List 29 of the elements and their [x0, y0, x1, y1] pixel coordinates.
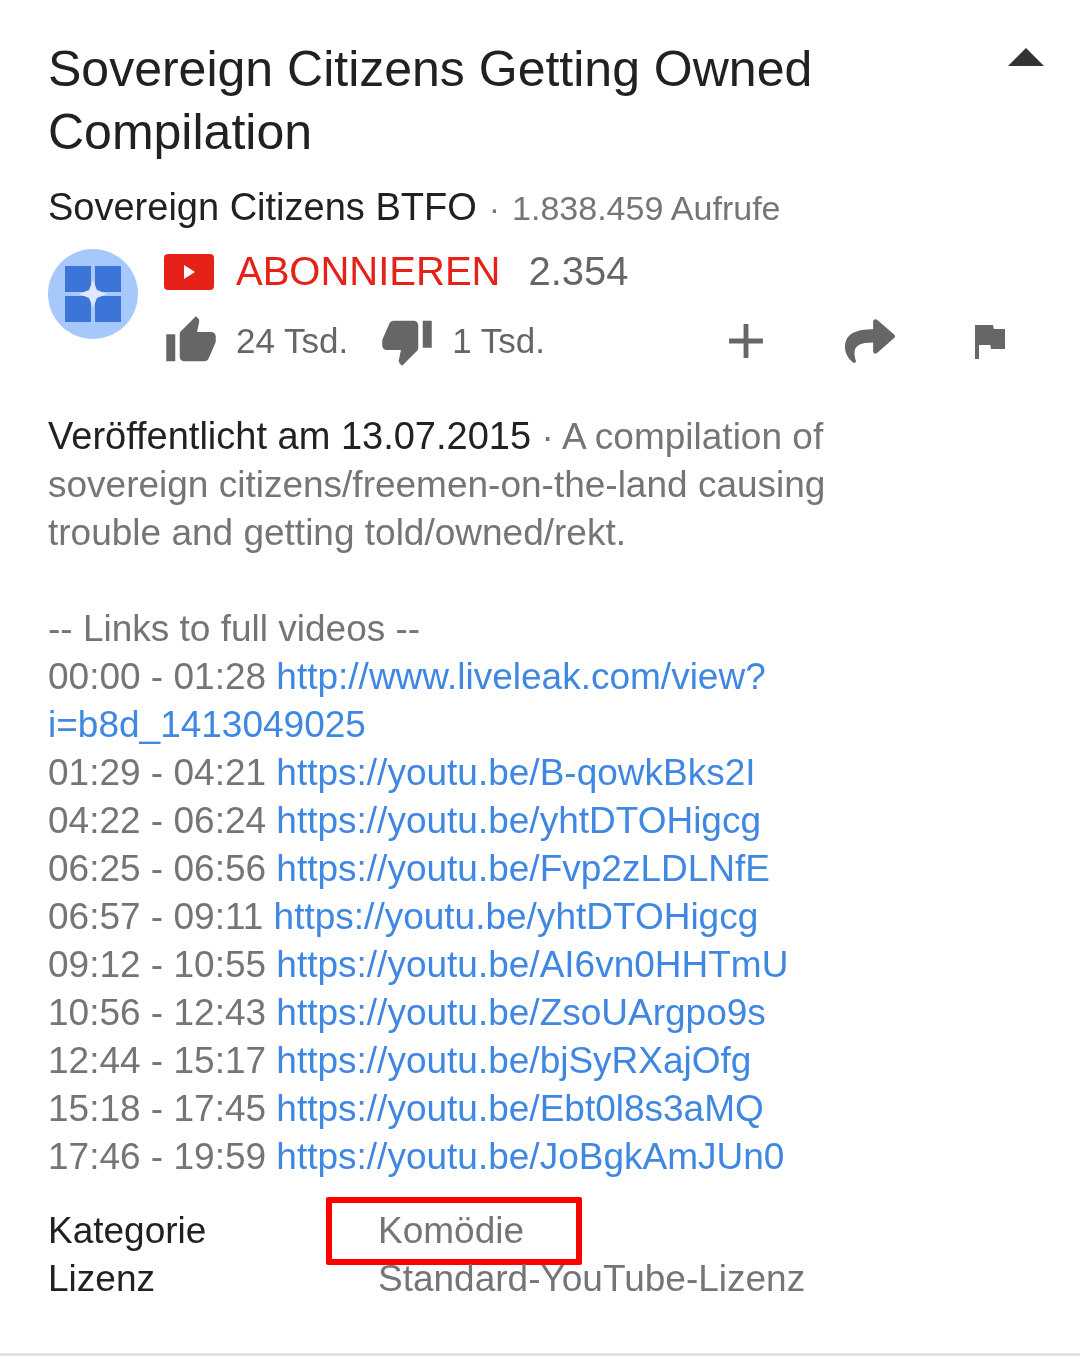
timestamped-link[interactable]: 17:46 - 19:59 https://youtu.be/JoBgkAmJUn0 — [48, 1133, 948, 1181]
video-title: Sovereign Citizens Getting Owned Compilation — [48, 40, 814, 162]
description-text: Veröffentlicht am 13.07.2015 · A compilation of sovereign citizens/freemen-on-the-land causing trouble and getting told/owned/rekt. — [48, 414, 827, 555]
meta-value: Standard-YouTube-Lizenz — [378, 1258, 806, 1299]
meta-label: Lizenz — [48, 1257, 156, 1301]
meta-label: Kategorie — [48, 1209, 208, 1253]
timestamped-link[interactable]: 06:57 - 09:11 https://youtu.be/yhtDTOHigcg — [48, 893, 948, 941]
channel-name[interactable]: Sovereign Citizens BTFO — [48, 186, 477, 229]
share-icon — [844, 316, 895, 366]
play-logo-icon — [164, 253, 214, 290]
timestamped-link[interactable]: 10:56 - 12:43 https://youtu.be/ZsoUArgpo9s — [48, 989, 948, 1037]
grid-logo-icon — [65, 266, 121, 322]
timestamped-link[interactable]: 09:12 - 10:55 https://youtu.be/AI6vn0HHTmU — [48, 941, 948, 989]
links-heading: -- Links to full videos -- — [48, 607, 422, 651]
separator-dot: · — [488, 189, 501, 228]
view-count: 1.838.459 Aufrufe — [512, 189, 781, 228]
timestamped-link[interactable]: 15:18 - 17:45 https://youtu.be/Ebt0l8s3aMQ — [48, 1085, 948, 1133]
meta-value: Komödie — [378, 1210, 525, 1251]
timestamped-link[interactable]: 01:29 - 04:21 https://youtu.be/B-qowkBks2I — [48, 749, 948, 797]
timestamped-link[interactable]: 12:44 - 15:17 https://youtu.be/bjSyRXajOfg — [48, 1037, 948, 1085]
share-button[interactable] — [844, 316, 895, 366]
timestamped-link[interactable]: 04:22 - 06:24 https://youtu.be/yhtDTOHigcg — [48, 797, 948, 845]
subscribe-button[interactable]: ABONNIEREN — [164, 249, 501, 294]
dislike-button[interactable]: 1 Tsd. — [380, 314, 545, 368]
subscriber-count: 2.354 — [528, 249, 629, 294]
timestamped-link[interactable]: 06:25 - 06:56 https://youtu.be/Fvp2zLDLNfE — [48, 845, 948, 893]
like-button[interactable]: 24 Tsd. — [164, 314, 349, 368]
caret-up-icon — [1008, 48, 1044, 66]
collapse-button[interactable] — [1008, 48, 1044, 66]
